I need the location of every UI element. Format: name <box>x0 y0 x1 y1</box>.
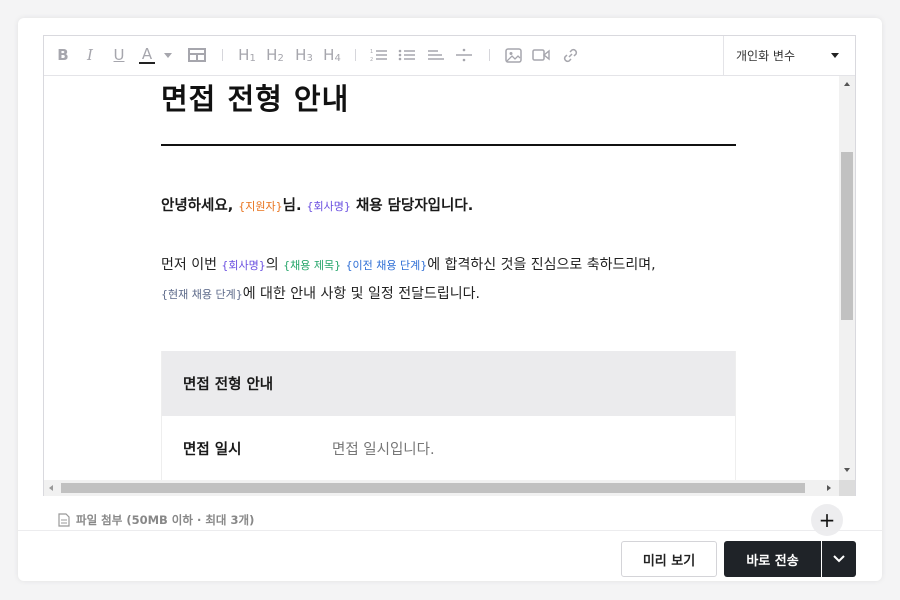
svg-text:2: 2 <box>370 57 373 62</box>
preview-button[interactable]: 미리 보기 <box>621 541 717 577</box>
scroll-down-icon[interactable] <box>844 468 850 472</box>
variable-tag-company[interactable]: {회사명} <box>221 259 265 272</box>
underline-button[interactable]: U <box>110 44 128 66</box>
intro-line-1-suffix: 에 합격하신 것을 진심으로 축하드리며, <box>427 257 656 273</box>
chevron-down-icon <box>831 53 839 58</box>
variable-tag-applicant[interactable]: {지원자} <box>238 200 282 213</box>
toolbar-separator <box>489 49 490 61</box>
intro-line-1: 먼저 이번 {회사명}의 {채용 제목} {이전 채용 단계}에 합격하신 것을… <box>161 251 736 280</box>
variable-tag-previous-stage[interactable]: {이전 채용 단계} <box>346 259 428 272</box>
greeting-mid: 님. <box>282 198 307 214</box>
table-icon[interactable] <box>186 44 208 66</box>
heading-3-level: 3 <box>306 52 313 64</box>
heading-1-level: 1 <box>249 52 256 64</box>
divider-icon[interactable] <box>454 44 474 66</box>
text-color-swatch <box>139 62 155 64</box>
horizontal-scroll-thumb[interactable] <box>61 483 805 493</box>
table-row: 면접 일시 면접 일시입니다. <box>162 416 735 480</box>
file-attach-button[interactable]: 파일 첨부 (50MB 이하 · 최대 3개) <box>58 512 254 528</box>
intro-connector: 의 <box>265 257 284 273</box>
vertical-scroll-thumb[interactable] <box>841 152 853 320</box>
scroll-right-icon[interactable] <box>827 485 831 491</box>
variable-tag-company[interactable]: {회사명} <box>307 200 351 213</box>
intro-paragraph: 먼저 이번 {회사명}의 {채용 제목} {이전 채용 단계}에 합격하신 것을… <box>161 251 736 309</box>
greeting-suffix: 채용 담당자입니다. <box>350 198 474 214</box>
scroll-up-icon[interactable] <box>844 82 850 86</box>
svg-text:1: 1 <box>370 49 373 55</box>
bold-button[interactable]: B <box>54 44 72 66</box>
chevron-down-icon <box>833 555 845 563</box>
heading-3-label: H <box>295 46 307 64</box>
variable-select-label: 개인화 변수 <box>736 49 796 63</box>
heading-4-button[interactable]: H4 <box>321 44 343 66</box>
personalization-variable-select[interactable]: 개인화 변수 <box>723 36 855 75</box>
toolbar-separator <box>222 49 223 61</box>
editor-toolbar: B I U A H1 H2 H3 H4 12 개인화 변수 <box>44 36 855 76</box>
file-attach-label: 파일 첨부 (50MB 이하 · 최대 3개) <box>76 513 255 527</box>
ordered-list-icon[interactable]: 12 <box>369 44 389 66</box>
bullet-list-icon[interactable] <box>397 44 417 66</box>
table-header: 면접 전형 안내 <box>162 351 735 416</box>
title-divider <box>161 144 736 146</box>
heading-2-label: H <box>266 46 278 64</box>
editor-content[interactable]: 면접 전형 안내 안녕하세요, {지원자}님. {회사명} 채용 담당자입니다.… <box>44 76 839 480</box>
text-color-icon: A <box>141 45 153 63</box>
rich-text-editor: B I U A H1 H2 H3 H4 12 개인화 변수 면접 전형 안내 안… <box>43 35 856 496</box>
align-icon[interactable] <box>426 44 446 66</box>
text-color-dropdown-icon[interactable] <box>162 44 174 66</box>
link-icon[interactable] <box>560 44 580 66</box>
horizontal-scrollbar[interactable] <box>44 480 839 496</box>
heading-4-level: 4 <box>334 52 341 64</box>
italic-button[interactable]: I <box>81 44 99 66</box>
send-options-button[interactable] <box>822 541 856 577</box>
video-icon[interactable] <box>531 44 551 66</box>
interview-info-table: 면접 전형 안내 면접 일시 면접 일시입니다. <box>161 351 736 480</box>
scroll-left-icon[interactable] <box>49 485 53 491</box>
table-row-value[interactable]: 면접 일시입니다. <box>332 438 435 459</box>
heading-2-button[interactable]: H2 <box>264 44 286 66</box>
variable-tag-job-title[interactable]: {채용 제목} <box>283 259 341 272</box>
greeting-line: 안녕하세요, {지원자}님. {회사명} 채용 담당자입니다. <box>161 194 473 215</box>
heading-2-level: 2 <box>277 52 284 64</box>
heading-3-button[interactable]: H3 <box>293 44 315 66</box>
heading-1-button[interactable]: H1 <box>236 44 258 66</box>
heading-4-label: H <box>323 46 335 64</box>
page-title: 면접 전형 안내 <box>161 82 350 116</box>
footer-divider <box>18 530 882 531</box>
file-icon <box>58 513 70 527</box>
vertical-scrollbar[interactable] <box>839 76 855 480</box>
send-now-button[interactable]: 바로 전송 <box>724 541 821 577</box>
image-icon[interactable] <box>503 44 523 66</box>
table-row-key: 면접 일시 <box>183 441 242 458</box>
intro-line-2: {현재 채용 단계}에 대한 안내 사항 및 일정 전달드립니다. <box>161 280 736 309</box>
toolbar-separator <box>355 49 356 61</box>
variable-tag-current-stage[interactable]: {현재 채용 단계} <box>161 288 243 301</box>
text-color-button[interactable]: A <box>138 44 156 66</box>
scrollbar-corner <box>839 480 855 496</box>
intro-line-2-suffix: 에 대한 안내 사항 및 일정 전달드립니다. <box>242 286 480 302</box>
greeting-prefix: 안녕하세요, <box>161 198 239 214</box>
intro-prefix: 먼저 이번 <box>161 257 222 273</box>
heading-1-label: H <box>238 46 250 64</box>
add-attachment-button[interactable]: + <box>811 504 843 536</box>
